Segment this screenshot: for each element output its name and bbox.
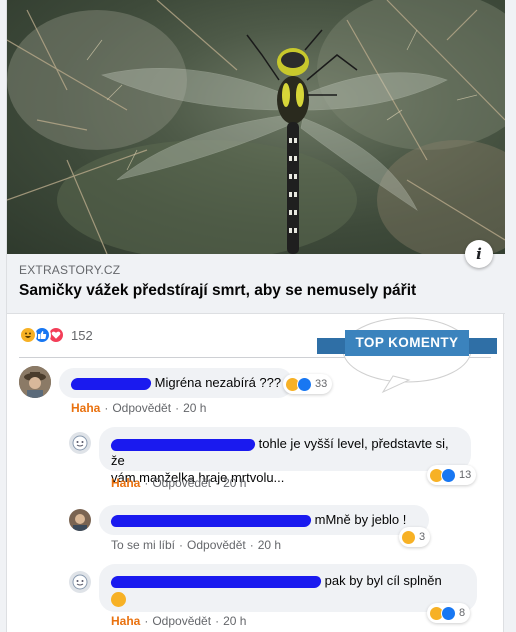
avatar[interactable] [69,571,91,593]
comment-actions: Haha · Odpovědět · 20 h [111,614,247,628]
reaction-count: 3 [419,531,426,543]
comment-time[interactable]: 20 h [183,401,206,415]
comment-time[interactable]: 20 h [223,614,246,628]
comment-actions: To se mi líbí · Odpovědět · 20 h [111,538,282,552]
redacted-name [110,514,312,527]
reply-link[interactable]: Odpovědět [112,401,171,415]
comment-bubble: pak by byl cíl splněn [99,564,477,612]
avatar[interactable] [19,366,51,398]
redacted-name [110,438,256,451]
reply-link[interactable]: Odpovědět [152,614,211,628]
comment-bubble: Migréna nezabírá ??? [59,368,294,398]
like-icon [297,376,312,392]
post-card: i EXTRASTORY.CZ Samičky vážek předstíraj… [6,0,505,632]
comment-text: mMně by jeblo ! [314,512,407,527]
reactions-summary[interactable]: 152 [19,324,93,346]
redacted-name [110,575,322,588]
comment-bubble: mMně by jeblo ! [99,505,429,535]
reaction-count: 152 [71,327,93,343]
link-title[interactable]: Samičky vážek předstírají smrt, aby se n… [19,282,416,300]
comment-actions: Haha · Odpovědět · 20 h [71,401,207,415]
comment-reactions[interactable]: 13 [427,465,477,485]
dragonfly-photo [7,0,505,254]
redacted-name [70,377,152,390]
comment-time[interactable]: 20 h [223,476,246,490]
avatar[interactable] [69,509,91,531]
comment-text: Migréna nezabírá ??? [154,375,282,390]
haha-icon [19,326,37,344]
reaction-link[interactable]: Haha [111,614,140,628]
like-icon [441,605,456,621]
comment-actions: Haha · Odpovědět · 20 h [111,476,247,490]
haha-icon [401,529,416,545]
top-comments-badge: TOP KOMENTY [313,316,501,396]
reaction-count: 8 [459,607,466,619]
reaction-link[interactable]: Haha [71,401,100,415]
comment-text: pak by byl cíl splněn [324,573,442,588]
post-image[interactable] [7,0,505,254]
comment-reactions[interactable]: 3 [399,527,431,547]
like-link[interactable]: To se mi líbí [111,538,175,552]
reply-link[interactable]: Odpovědět [187,538,246,552]
comment-time[interactable]: 20 h [258,538,281,552]
link-domain: EXTRASTORY.CZ [19,263,121,277]
info-icon[interactable]: i [465,240,493,268]
reaction-link[interactable]: Haha [111,476,140,490]
reply-link[interactable]: Odpovědět [152,476,211,490]
link-preview[interactable]: EXTRASTORY.CZ Samičky vážek předstírají … [7,254,505,314]
badge-label: TOP KOMENTY [355,335,459,350]
comment-bubble: tohle je vyšší level, představte si, že … [99,427,471,485]
like-icon [441,467,456,483]
smile-emoji-icon [111,592,126,607]
comment-reactions[interactable]: 8 [427,603,471,623]
reaction-count: 13 [459,469,472,481]
avatar[interactable] [69,432,91,454]
